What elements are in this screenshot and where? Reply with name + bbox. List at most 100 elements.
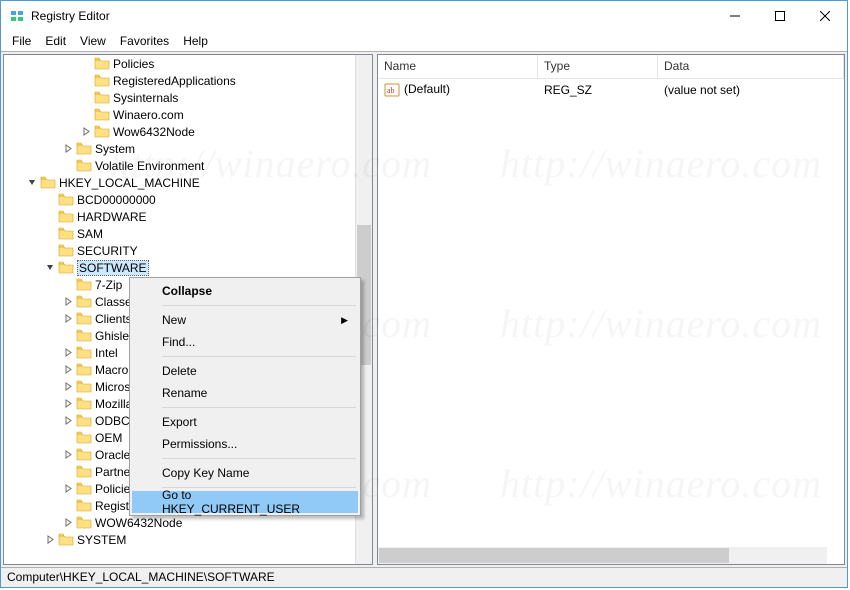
tree-item-label: RegisteredApplications: [113, 74, 236, 88]
chevron-right-icon[interactable]: [62, 517, 74, 529]
statusbar: Computer\HKEY_LOCAL_MACHINE\SOFTWARE: [1, 567, 847, 587]
column-data[interactable]: Data: [658, 55, 844, 78]
chevron-right-icon[interactable]: [62, 143, 74, 155]
close-button[interactable]: [802, 1, 847, 30]
tree-item[interactable]: HARDWARE: [4, 208, 372, 225]
chevron-right-icon[interactable]: [62, 364, 74, 376]
list-body[interactable]: ab(Default)REG_SZ(value not set): [378, 79, 844, 564]
tree-item[interactable]: SYSTEM: [4, 531, 372, 548]
folder-icon: [94, 91, 110, 105]
horizontal-scrollbar[interactable]: [378, 547, 827, 564]
ctx-delete[interactable]: Delete: [132, 360, 358, 382]
minimize-button[interactable]: [712, 1, 757, 30]
folder-icon: [76, 363, 92, 377]
chevron-right-icon[interactable]: [62, 313, 74, 325]
folder-icon: [94, 57, 110, 71]
tree-item-label: Policies: [113, 57, 154, 71]
ctx-find[interactable]: Find...: [132, 331, 358, 353]
tree-item[interactable]: Policies: [4, 55, 372, 72]
menu-help[interactable]: Help: [176, 32, 215, 50]
tree-item-label: WOW6432Node: [95, 516, 182, 530]
tree-item-label: HARDWARE: [77, 210, 147, 224]
ctx-separator: [162, 305, 356, 306]
tree-item-label: SAM: [77, 227, 103, 241]
ctx-rename[interactable]: Rename: [132, 382, 358, 404]
list-pane: Name Type Data ab(Default)REG_SZ(value n…: [377, 54, 845, 565]
context-menu: Collapse New ▶ Find... Delete Rename Exp…: [129, 277, 361, 516]
tree-item[interactable]: System: [4, 140, 372, 157]
folder-icon: [58, 244, 74, 258]
chevron-right-icon[interactable]: [62, 398, 74, 410]
tree-item[interactable]: Wow6432Node: [4, 123, 372, 140]
window: Registry Editor File Edit View Favorites…: [0, 0, 848, 588]
maximize-button[interactable]: [757, 1, 802, 30]
chevron-right-icon[interactable]: [44, 534, 56, 546]
tree-item[interactable]: Sysinternals: [4, 89, 372, 106]
chevron-right-icon[interactable]: [62, 296, 74, 308]
string-value-icon: ab: [384, 82, 400, 98]
folder-icon: [76, 414, 92, 428]
ctx-export[interactable]: Export: [132, 411, 358, 433]
chevron-down-icon[interactable]: [26, 177, 38, 189]
menu-view[interactable]: View: [73, 32, 113, 50]
folder-icon: [76, 346, 92, 360]
folder-icon: [76, 499, 92, 513]
folder-icon: [94, 108, 110, 122]
chevron-right-icon[interactable]: [62, 347, 74, 359]
tree-item[interactable]: Winaero.com: [4, 106, 372, 123]
folder-icon: [76, 448, 92, 462]
ctx-goto[interactable]: Go to HKEY_CURRENT_USER: [132, 491, 358, 513]
tree-item[interactable]: SOFTWARE: [4, 259, 372, 276]
tree-item[interactable]: SECURITY: [4, 242, 372, 259]
chevron-right-icon[interactable]: [62, 483, 74, 495]
tree-item[interactable]: RegisteredApplications: [4, 72, 372, 89]
chevron-right-icon[interactable]: [62, 449, 74, 461]
folder-icon: [58, 210, 74, 224]
ctx-copy-key[interactable]: Copy Key Name: [132, 462, 358, 484]
tree-item-label: SYSTEM: [77, 533, 126, 547]
folder-icon: [76, 329, 92, 343]
column-name[interactable]: Name: [378, 55, 538, 78]
menu-file[interactable]: File: [5, 32, 38, 50]
tree-item-label: SECURITY: [77, 244, 138, 258]
tree-item-label: Volatile Environment: [95, 159, 204, 173]
status-path: Computer\HKEY_LOCAL_MACHINE\SOFTWARE: [7, 570, 275, 584]
column-type[interactable]: Type: [538, 55, 658, 78]
ctx-permissions[interactable]: Permissions...: [132, 433, 358, 455]
menu-favorites[interactable]: Favorites: [113, 32, 176, 50]
tree-item-label: Mozilla: [95, 397, 132, 411]
list-header: Name Type Data: [378, 55, 844, 79]
tree-item[interactable]: BCD00000000: [4, 191, 372, 208]
chevron-down-icon[interactable]: [44, 262, 56, 274]
menu-edit[interactable]: Edit: [38, 32, 73, 50]
tree-item-label: System: [95, 142, 135, 156]
chevron-right-icon[interactable]: [80, 126, 92, 138]
tree-item[interactable]: HKEY_LOCAL_MACHINE: [4, 174, 372, 191]
tree-item-label: BCD00000000: [77, 193, 156, 207]
tree-item[interactable]: Volatile Environment: [4, 157, 372, 174]
window-buttons: [712, 1, 847, 31]
tree-item-label: Clients: [95, 312, 132, 326]
tree-item[interactable]: WOW6432Node: [4, 514, 372, 531]
titlebar: Registry Editor: [1, 1, 847, 31]
tree-item-label: ODBC: [95, 414, 130, 428]
scrollbar-thumb[interactable]: [379, 548, 729, 563]
menubar: File Edit View Favorites Help: [1, 31, 847, 51]
ctx-new[interactable]: New ▶: [132, 309, 358, 331]
chevron-right-icon[interactable]: [62, 415, 74, 427]
content: Policies RegisteredApplications Sysinterna…: [1, 51, 847, 567]
tree-item-label: Sysinternals: [113, 91, 178, 105]
folder-icon: [94, 125, 110, 139]
folder-icon: [76, 312, 92, 326]
ctx-new-label: New: [162, 313, 186, 327]
window-title: Registry Editor: [31, 9, 110, 23]
tree-item-label: Oracle: [95, 448, 130, 462]
folder-icon: [76, 397, 92, 411]
tree-item[interactable]: SAM: [4, 225, 372, 242]
chevron-right-icon[interactable]: [62, 381, 74, 393]
tree-item-label: 7-Zip: [95, 278, 122, 292]
list-row[interactable]: ab(Default)REG_SZ(value not set): [378, 81, 844, 98]
ctx-collapse[interactable]: Collapse: [132, 280, 358, 302]
folder-icon: [58, 261, 74, 275]
folder-icon: [58, 533, 74, 547]
